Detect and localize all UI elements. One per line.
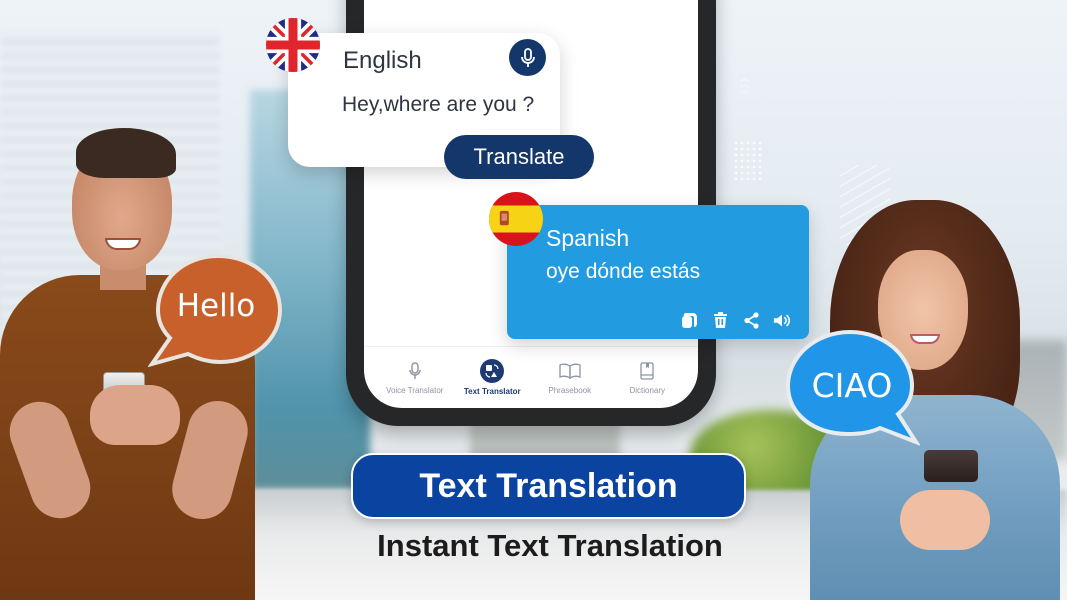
spain-flag-icon: [489, 192, 543, 246]
source-language-label: English: [343, 47, 422, 74]
decorative-chevrons: ︿ ︿ ︿: [740, 73, 750, 95]
speaker-icon[interactable]: [773, 311, 791, 329]
translated-text: oye dónde estás: [546, 260, 701, 283]
target-language-label: Spanish: [546, 225, 630, 251]
feature-title-banner: Text Translation: [351, 453, 746, 519]
hello-speech-bubble: Hello: [148, 252, 284, 368]
woman-phone: [924, 450, 978, 482]
microphone-icon: [404, 360, 426, 382]
dictionary-icon: [636, 360, 658, 382]
woman-hands: [900, 490, 990, 550]
feature-subtitle: Instant Text Translation: [377, 528, 723, 563]
feature-title: Text Translation: [419, 466, 678, 505]
nav-voice-translator[interactable]: Voice Translator: [376, 360, 454, 395]
result-actions: [680, 311, 791, 329]
nav-phrasebook[interactable]: Phrasebook: [531, 360, 609, 395]
translate-button[interactable]: Translate: [444, 135, 594, 179]
nav-label: Dictionary: [629, 386, 666, 395]
microphone-icon: [520, 47, 535, 67]
nav-text-translator[interactable]: Text Translator: [454, 359, 532, 396]
nav-label: Phrasebook: [548, 386, 592, 395]
nav-label: Text Translator: [463, 387, 521, 396]
nav-dictionary[interactable]: Dictionary: [609, 360, 687, 395]
ciao-speech-bubble: CIAO: [784, 328, 920, 446]
copy-icon[interactable]: [680, 311, 698, 329]
ciao-text: CIAO: [811, 366, 893, 405]
man-hair: [76, 128, 176, 178]
share-icon[interactable]: [742, 311, 760, 329]
uk-flag-icon: [266, 18, 320, 72]
man-hands: [90, 385, 180, 445]
source-text[interactable]: Hey,where are you ?: [342, 93, 534, 117]
microphone-button[interactable]: [509, 39, 546, 76]
decorative-dots: [733, 140, 763, 180]
open-book-icon: [559, 360, 581, 382]
trash-icon[interactable]: [711, 311, 729, 329]
hello-text: Hello: [176, 288, 256, 324]
nav-label: Voice Translator: [386, 386, 444, 395]
translate-icon: [480, 359, 505, 383]
target-language-card: Spanish oye dónde estás: [507, 205, 809, 339]
bottom-navigation: Voice Translator Text Translator Phraseb…: [364, 346, 698, 408]
